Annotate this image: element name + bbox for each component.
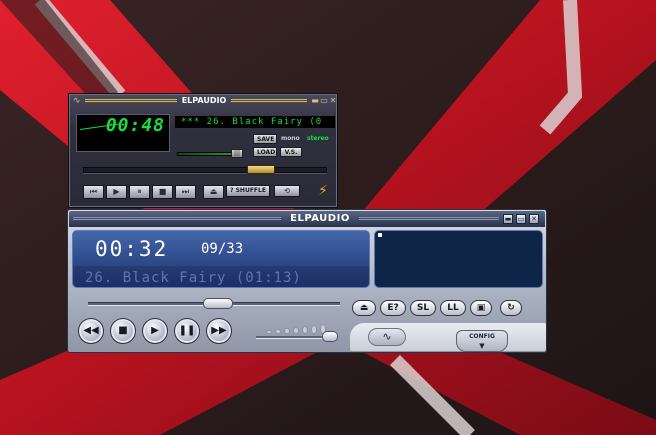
close-icon[interactable]: ✕ xyxy=(529,214,539,224)
menu-icon[interactable]: ∿ xyxy=(73,96,83,106)
repeat-button[interactable]: ↻ xyxy=(500,300,522,316)
next-icon: ⏭ xyxy=(181,187,190,196)
equalizer-icon: ∿ xyxy=(382,330,392,343)
eject-icon: ⏏ xyxy=(209,187,218,196)
song-marquee: *** 26. Black Fairy (0 xyxy=(175,116,335,128)
visualizer-marker xyxy=(378,233,382,237)
visualizer[interactable]: 00:48 xyxy=(76,114,170,152)
vs-button[interactable]: V.S. xyxy=(280,147,302,157)
sl-button[interactable]: SL xyxy=(410,300,436,316)
volume-dot xyxy=(293,327,299,334)
stop-icon: ■ xyxy=(158,187,167,196)
minimize-icon[interactable]: ▬ xyxy=(503,214,513,224)
stop-button[interactable]: ■ xyxy=(110,318,136,344)
volume-dot xyxy=(302,326,308,334)
minimize-icon[interactable]: ▬ xyxy=(311,97,319,105)
titlebar-grip xyxy=(359,217,499,220)
window-title: ELPAUDIO xyxy=(181,96,227,105)
volume-dot xyxy=(284,328,290,334)
pause-icon: ⏸ xyxy=(137,187,142,196)
eject-button[interactable]: ⏏ xyxy=(352,300,376,316)
titlebar[interactable]: ∿ ELPAUDIO ▬ ▭ ✕ xyxy=(71,96,337,107)
load-button[interactable]: LOAD xyxy=(253,147,277,157)
stereo-indicator: stereo xyxy=(307,135,329,142)
restore-icon[interactable]: ▭ xyxy=(516,214,526,224)
seek-knob[interactable] xyxy=(203,298,233,309)
chevron-down-icon: ▼ xyxy=(479,342,485,350)
info-button[interactable]: E? xyxy=(380,300,406,316)
seek-knob[interactable] xyxy=(247,165,275,174)
titlebar-grip xyxy=(231,99,307,103)
volume-dot xyxy=(275,329,281,334)
play-button[interactable]: ▶ xyxy=(106,185,127,199)
visualizer[interactable] xyxy=(374,230,543,288)
song-marquee-text: *** 26. Black Fairy (0 xyxy=(181,117,323,127)
pause-button[interactable]: ❚❚ xyxy=(174,318,200,344)
mono-indicator: mono xyxy=(281,135,300,142)
volume-dot xyxy=(311,325,317,334)
logo-icon[interactable]: ⚡ xyxy=(315,183,331,199)
save-button[interactable]: SAVE xyxy=(253,134,277,144)
seek-bar[interactable] xyxy=(83,167,327,173)
track-counter: 09/33 xyxy=(201,241,244,257)
repeat-button[interactable]: ⟲ xyxy=(274,185,300,197)
track-display: 00:32 09/33 26. Black Fairy (01:13) xyxy=(72,230,370,288)
classic-player-window: ∿ ELPAUDIO ▬ ▭ ✕ 00:48 *** 26. Black Fai… xyxy=(68,93,338,208)
ll-button[interactable]: LL xyxy=(440,300,466,316)
shade-icon[interactable]: ▭ xyxy=(320,97,328,105)
rewind-button[interactable]: ◀◀ xyxy=(78,318,104,344)
pause-icon: ❚❚ xyxy=(178,325,196,336)
play-icon: ▶ xyxy=(113,187,120,196)
playlist-button[interactable]: ▣ xyxy=(470,300,492,316)
play-icon: ▶ xyxy=(151,325,159,336)
prev-button[interactable]: ⏮ xyxy=(83,185,104,199)
volume-knob[interactable] xyxy=(322,331,338,342)
stop-icon: ■ xyxy=(118,325,128,336)
next-button[interactable]: ⏭ xyxy=(175,185,196,199)
shuffle-button[interactable]: ? SHUFFLE xyxy=(226,185,270,197)
stop-button[interactable]: ■ xyxy=(152,185,173,199)
elapsed-time: 00:32 xyxy=(95,237,169,261)
prev-icon: ⏮ xyxy=(89,187,98,196)
volume-slider[interactable] xyxy=(177,152,237,156)
equalizer-button[interactable]: ∿ xyxy=(368,328,406,346)
fast-forward-icon: ▶▶ xyxy=(211,325,227,336)
titlebar-grip xyxy=(73,217,281,220)
rewind-icon: ◀◀ xyxy=(83,325,99,336)
modern-player-window: ELPAUDIO ▬ ▭ ✕ 00:32 09/33 26. Black Fai… xyxy=(67,209,547,353)
volume-knob[interactable]: ||| xyxy=(231,149,243,158)
window-title: ELPAUDIO xyxy=(290,213,350,224)
titlebar[interactable]: ELPAUDIO ▬ ▭ ✕ xyxy=(69,211,545,227)
elapsed-time: 00:48 xyxy=(105,115,165,136)
play-button[interactable]: ▶ xyxy=(142,318,168,344)
fast-forward-button[interactable]: ▶▶ xyxy=(206,318,232,344)
eject-button[interactable]: ⏏ xyxy=(203,185,224,199)
repeat-icon: ⟲ xyxy=(284,187,290,195)
titlebar-grip xyxy=(85,99,177,103)
song-title: 26. Black Fairy (01:13) xyxy=(85,270,302,286)
pause-button[interactable]: ⏸ xyxy=(129,185,150,199)
volume-dot xyxy=(266,330,272,334)
config-button[interactable]: CONFIG ▼ xyxy=(456,330,508,352)
shuffle-label: SHUFFLE xyxy=(235,187,266,194)
config-label: CONFIG xyxy=(469,333,495,340)
close-icon[interactable]: ✕ xyxy=(329,97,337,105)
